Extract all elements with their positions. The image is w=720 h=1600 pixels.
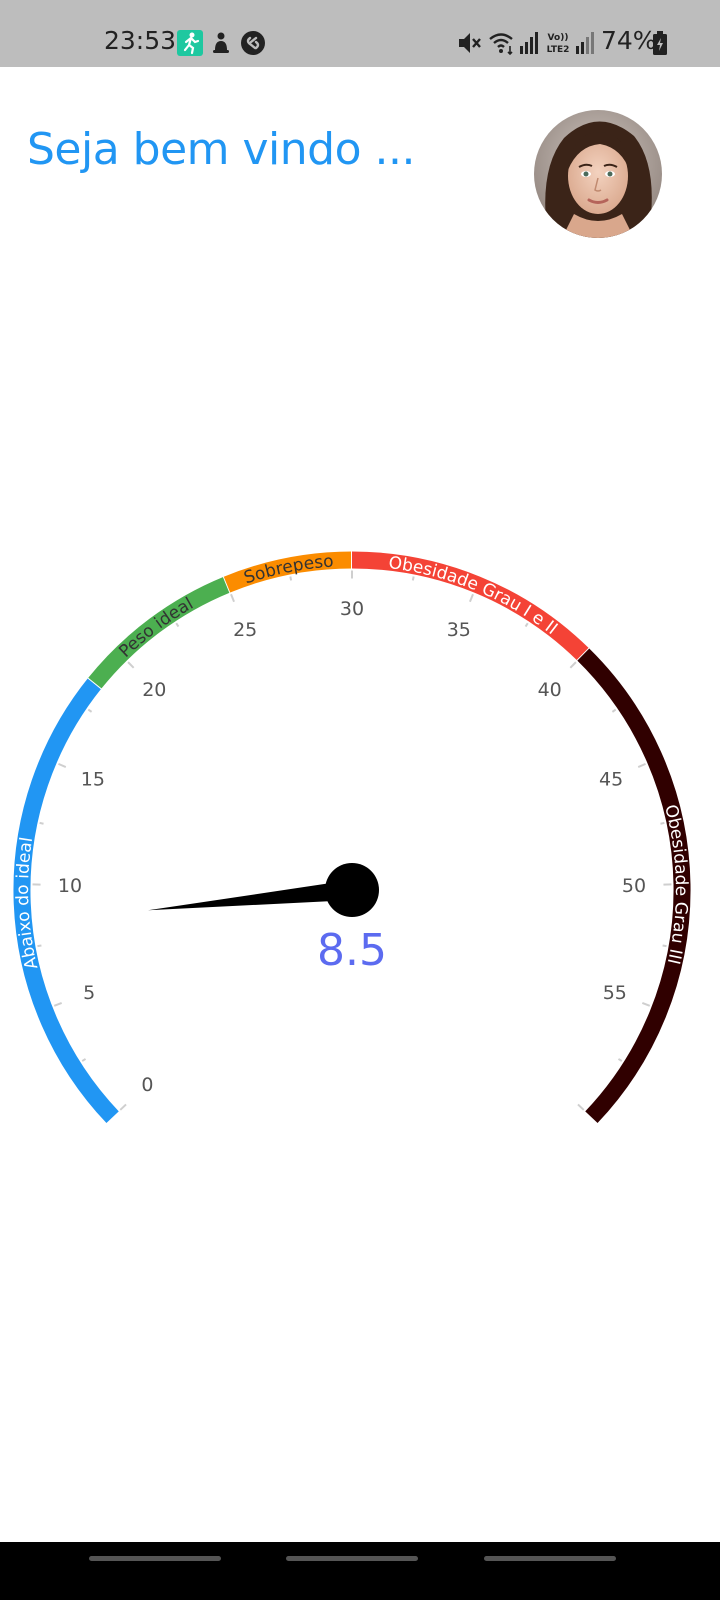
- gauge-tick-label: 20: [142, 679, 166, 701]
- gauge-minor-tick: [81, 1058, 87, 1062]
- mute-icon: [456, 30, 482, 56]
- battery-icon: [652, 30, 668, 56]
- gauge-value-text: 8.5: [317, 925, 387, 976]
- gauge-range-label-2: Sobrepeso: [242, 551, 335, 588]
- needle-hub: [325, 863, 379, 917]
- wifi-icon: [488, 30, 514, 56]
- gauge-minor-tick: [289, 576, 293, 581]
- needle-pointer: [148, 880, 353, 911]
- gauge-needle: [148, 863, 379, 917]
- signal-icon: [518, 30, 544, 56]
- volte-lte2-icon: Vo)) LTE2: [543, 30, 573, 56]
- gauge-minor-tick: [662, 944, 667, 948]
- gauge-minor-tick: [39, 821, 44, 825]
- status-time: 23:53: [104, 26, 177, 55]
- gauge-minor-tick: [127, 661, 135, 669]
- gauge-minor-tick: [617, 1058, 623, 1062]
- gauge-minor-tick: [524, 622, 529, 628]
- gauge-minor-tick: [175, 622, 180, 628]
- gauge-tick-label: 5: [83, 982, 95, 1004]
- running-app-icon: [177, 30, 203, 56]
- gauge-minor-tick: [637, 762, 646, 768]
- gauge-tick-label: 35: [447, 619, 471, 641]
- shazam-icon: [240, 30, 266, 56]
- gauge-tick-label: 45: [599, 769, 623, 791]
- gauge-minor-tick: [569, 661, 577, 669]
- status-bar: 23:53 Vo)) LTE2 74%: [0, 0, 720, 67]
- svg-text:LTE2: LTE2: [547, 45, 570, 55]
- navigation-bar: [0, 1542, 720, 1600]
- gauge-range-label-0: Abaixo do ideal: [13, 836, 42, 971]
- notification-icon: [209, 30, 235, 56]
- gauge-band-0: [13, 677, 119, 1124]
- gauge-minor-tick: [119, 1103, 127, 1111]
- gauge-range-label-3: Obesidade Grau I e II: [387, 553, 561, 639]
- gauge-minor-tick: [58, 762, 67, 768]
- signal-icon-2: [574, 30, 600, 56]
- gauge-minor-tick: [37, 944, 42, 948]
- gauge-tick-labels: 0 5 10 15 20 25 30 35 40 45 50 55: [58, 598, 646, 1096]
- gauge-tick-label: 0: [141, 1074, 153, 1096]
- battery-percent: 74%: [601, 26, 657, 55]
- gauge-tick-label: 15: [81, 769, 105, 791]
- gauge-minor-tick: [411, 576, 415, 581]
- user-avatar[interactable]: [534, 110, 662, 238]
- gauge-minor-tick: [469, 593, 474, 603]
- gauge-minor-tick: [641, 1001, 651, 1007]
- gauge-tick-label: 10: [58, 875, 82, 897]
- nav-back-button[interactable]: [484, 1556, 616, 1561]
- nav-home-button[interactable]: [286, 1556, 418, 1561]
- gauge-tick-label: 30: [340, 598, 364, 620]
- welcome-title: Seja bem vindo ...: [27, 124, 415, 175]
- gauge-minor-tick: [611, 708, 617, 713]
- gauge-tick-label: 50: [622, 875, 646, 897]
- gauge-minor-tick: [577, 1103, 585, 1111]
- gauge-minor-tick: [87, 708, 93, 713]
- gauge-bands: [13, 550, 691, 1124]
- gauge-minor-tick: [53, 1001, 63, 1007]
- gauge-minor-tick: [230, 593, 235, 603]
- nav-recent-apps-button[interactable]: [89, 1556, 221, 1561]
- bmi-gauge: 0 5 10 15 20 25 30 35 40 45 50 55 Abaixo do ideal Pe…: [13, 550, 691, 1124]
- gauge-tick-label: 55: [603, 982, 627, 1004]
- svg-text:Vo)): Vo)): [548, 33, 569, 43]
- gauge-tick-label: 40: [538, 679, 562, 701]
- gauge-tick-label: 25: [233, 619, 257, 641]
- gauge-range-label-1: Peso ideal: [115, 594, 197, 662]
- gauge-minor-tick: [660, 821, 665, 825]
